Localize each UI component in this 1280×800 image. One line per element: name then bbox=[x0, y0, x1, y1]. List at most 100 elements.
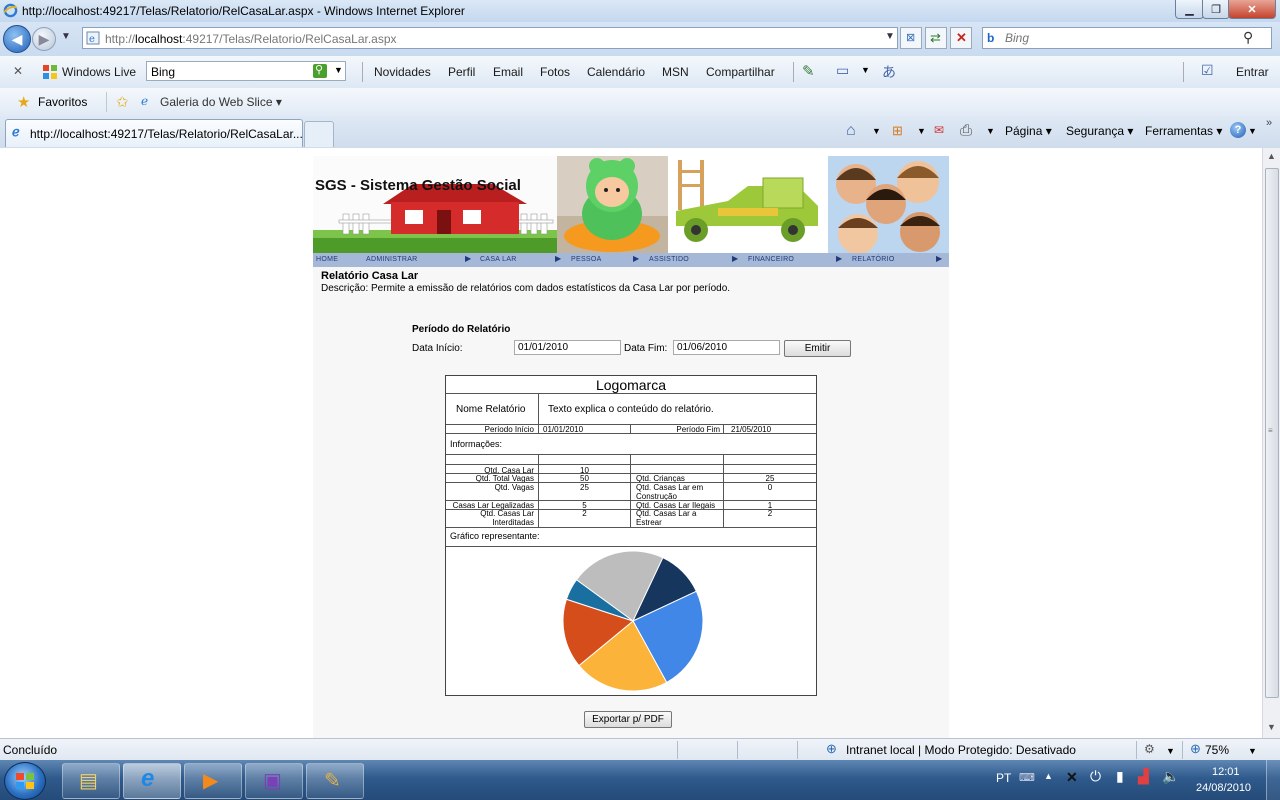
vertical-scrollbar[interactable]: ▲ ≡ ▼ bbox=[1262, 148, 1280, 738]
refresh-icon: ⇄ bbox=[930, 30, 941, 45]
menu-item-administrar[interactable]: ADMINISTRAR bbox=[366, 256, 418, 263]
mail-icon[interactable]: ✉ bbox=[934, 123, 944, 137]
battery-icon[interactable]: ▮ bbox=[1116, 768, 1124, 785]
scroll-thumb[interactable]: ≡ bbox=[1265, 168, 1279, 698]
feeds-dropdown-icon[interactable]: ▼ bbox=[917, 126, 926, 136]
signin-link[interactable]: Entrar bbox=[1236, 65, 1269, 79]
svg-text:e: e bbox=[89, 34, 95, 45]
home-dropdown-icon[interactable]: ▼ bbox=[872, 126, 881, 136]
security-zone-text[interactable]: Intranet local | Modo Protegido: Desativ… bbox=[846, 743, 1076, 757]
emit-button[interactable]: Emitir bbox=[784, 340, 851, 357]
add-favorite-icon[interactable]: ✩ bbox=[116, 93, 129, 111]
refresh-button[interactable]: ⇄ bbox=[925, 27, 947, 49]
menu-item-home[interactable]: HOME bbox=[316, 256, 338, 263]
end-date-input[interactable] bbox=[673, 340, 780, 355]
toolbar-link-novidades[interactable]: Novidades bbox=[374, 65, 431, 79]
info-row-value: 2 bbox=[767, 509, 773, 518]
toolbar-link-perfil[interactable]: Perfil bbox=[448, 65, 475, 79]
taskbar-paint-button[interactable]: ✎ bbox=[306, 763, 364, 799]
export-pdf-button[interactable]: Exportar p/ PDF bbox=[584, 711, 672, 728]
media-player-icon: ▶ bbox=[203, 770, 219, 792]
translate-icon[interactable]: あ bbox=[882, 62, 896, 82]
back-button[interactable]: ◀ bbox=[3, 25, 31, 53]
search-icon[interactable]: ⚲ bbox=[1243, 29, 1253, 46]
menu-arrow-icon: ▶ bbox=[836, 254, 843, 263]
menu-item-assistido[interactable]: ASSISTIDO bbox=[649, 256, 689, 263]
menu-arrow-icon: ▶ bbox=[465, 254, 472, 263]
history-dropdown-icon[interactable]: ▼ bbox=[61, 31, 71, 42]
address-field[interactable]: e http://localhost:49217/Telas/Relatorio… bbox=[82, 27, 898, 49]
scroll-up-icon[interactable]: ▲ bbox=[1267, 151, 1276, 161]
windows-live-label[interactable]: Windows Live bbox=[62, 65, 136, 79]
toolbar-link-calendario[interactable]: Calendário bbox=[587, 65, 645, 79]
menu-item-relatorio[interactable]: RELATÓRIO bbox=[852, 256, 895, 263]
search-input[interactable] bbox=[1003, 30, 1237, 46]
show-hidden-icons[interactable]: ▲ bbox=[1044, 771, 1053, 781]
security-menu[interactable]: Segurança ▾ bbox=[1066, 124, 1133, 138]
taskbar-explorer-button[interactable]: ▤ bbox=[62, 763, 120, 799]
compatibility-view-button[interactable]: ⊠ bbox=[900, 27, 922, 49]
more-commands-chevron-icon[interactable]: » bbox=[1266, 117, 1272, 129]
feeds-icon[interactable]: ⊞ bbox=[892, 123, 903, 139]
forward-button[interactable]: ▶ bbox=[32, 27, 56, 51]
signal-icon[interactable]: ▟ bbox=[1138, 768, 1149, 785]
live-search-dropdown-icon[interactable]: ▼ bbox=[334, 65, 343, 75]
close-window-button[interactable]: ✕ bbox=[1228, 0, 1276, 19]
menu-item-financeiro[interactable]: FINANCEIRO bbox=[748, 256, 794, 263]
back-arrow-icon: ◀ bbox=[11, 30, 23, 47]
menu-arrow-icon: ▶ bbox=[555, 254, 562, 263]
window-dropdown-icon[interactable]: ▼ bbox=[861, 65, 870, 75]
live-search-field[interactable]: Bing ⚲ ▼ bbox=[146, 61, 346, 81]
menu-item-casa-lar[interactable]: CASA LAR bbox=[480, 256, 517, 263]
toolbar-link-email[interactable]: Email bbox=[493, 65, 523, 79]
new-tab-button[interactable] bbox=[304, 121, 334, 147]
tab-active[interactable]: ℯ http://localhost:49217/Telas/Relatorio… bbox=[5, 119, 303, 147]
edit-icon[interactable]: ✎ bbox=[802, 62, 815, 80]
taskbar-app-button[interactable]: ▣ bbox=[245, 763, 303, 799]
taskbar-media-button[interactable]: ▶ bbox=[184, 763, 242, 799]
window-icon[interactable]: ▭ bbox=[836, 62, 849, 79]
close-toolbar-icon[interactable]: ✕ bbox=[13, 64, 23, 78]
taskbar-ie-button[interactable]: e bbox=[123, 763, 181, 799]
print-dropdown-icon[interactable]: ▼ bbox=[986, 126, 995, 136]
protected-mode-icon[interactable]: ⚙ bbox=[1144, 742, 1155, 756]
power-icon[interactable]: ⏻ bbox=[1090, 768, 1101, 785]
maximize-button[interactable]: ❐ bbox=[1202, 0, 1230, 19]
home-icon[interactable]: ⌂ bbox=[846, 122, 856, 140]
print-icon[interactable]: ⎙ bbox=[960, 122, 972, 139]
clock-date[interactable]: 24/08/2010 bbox=[1196, 782, 1251, 794]
scroll-down-icon[interactable]: ▼ bbox=[1267, 722, 1276, 732]
language-indicator[interactable]: PT bbox=[996, 771, 1011, 785]
menu-item-pessoa[interactable]: PESSOA bbox=[571, 256, 602, 263]
web-slice-gallery-link[interactable]: Galeria do Web Slice ▾ bbox=[160, 95, 282, 109]
status-text: Concluído bbox=[3, 743, 58, 757]
toolbar-link-msn[interactable]: MSN bbox=[662, 65, 689, 79]
tools-menu[interactable]: Ferramentas ▾ bbox=[1145, 124, 1222, 138]
clock-time[interactable]: 12:01 bbox=[1212, 766, 1240, 778]
toolbar-link-compartilhar[interactable]: Compartilhar bbox=[706, 65, 775, 79]
network-error-icon[interactable]: ✕ bbox=[1066, 769, 1078, 786]
show-desktop-button[interactable] bbox=[1266, 760, 1280, 800]
keyboard-icon[interactable]: ⌨ bbox=[1019, 771, 1035, 784]
zoom-dropdown-icon[interactable]: ▼ bbox=[1248, 746, 1257, 756]
window-title-bar[interactable]: http://localhost:49217/Telas/Relatorio/R… bbox=[0, 0, 1280, 22]
page-container: SGS - Sistema Gestão Social HOME ADMINIS… bbox=[313, 156, 949, 738]
search-box[interactable]: b ⚲ bbox=[982, 27, 1272, 49]
toolbar-link-fotos[interactable]: Fotos bbox=[540, 65, 570, 79]
volume-icon[interactable]: 🔈 bbox=[1162, 768, 1179, 785]
protected-mode-dropdown-icon[interactable]: ▼ bbox=[1166, 746, 1175, 756]
menu-arrow-icon: ▶ bbox=[633, 254, 640, 263]
favorites-button[interactable]: Favoritos bbox=[38, 95, 87, 109]
report-name-label: Nome Relatório bbox=[456, 404, 526, 415]
minimize-button[interactable]: ▁ bbox=[1175, 0, 1204, 19]
start-date-input[interactable] bbox=[514, 340, 621, 355]
help-dropdown-icon[interactable]: ▼ bbox=[1248, 126, 1257, 136]
help-icon[interactable]: ? bbox=[1230, 122, 1246, 138]
url-dropdown-icon[interactable]: ▼ bbox=[885, 31, 895, 42]
zoom-level[interactable]: 75% bbox=[1205, 743, 1229, 757]
start-button[interactable] bbox=[4, 762, 46, 800]
status-divider bbox=[1136, 741, 1137, 759]
live-search-button[interactable]: ⚲ bbox=[313, 64, 327, 78]
page-menu[interactable]: Página ▾ bbox=[1005, 124, 1052, 138]
stop-button[interactable]: ✕ bbox=[950, 27, 972, 49]
